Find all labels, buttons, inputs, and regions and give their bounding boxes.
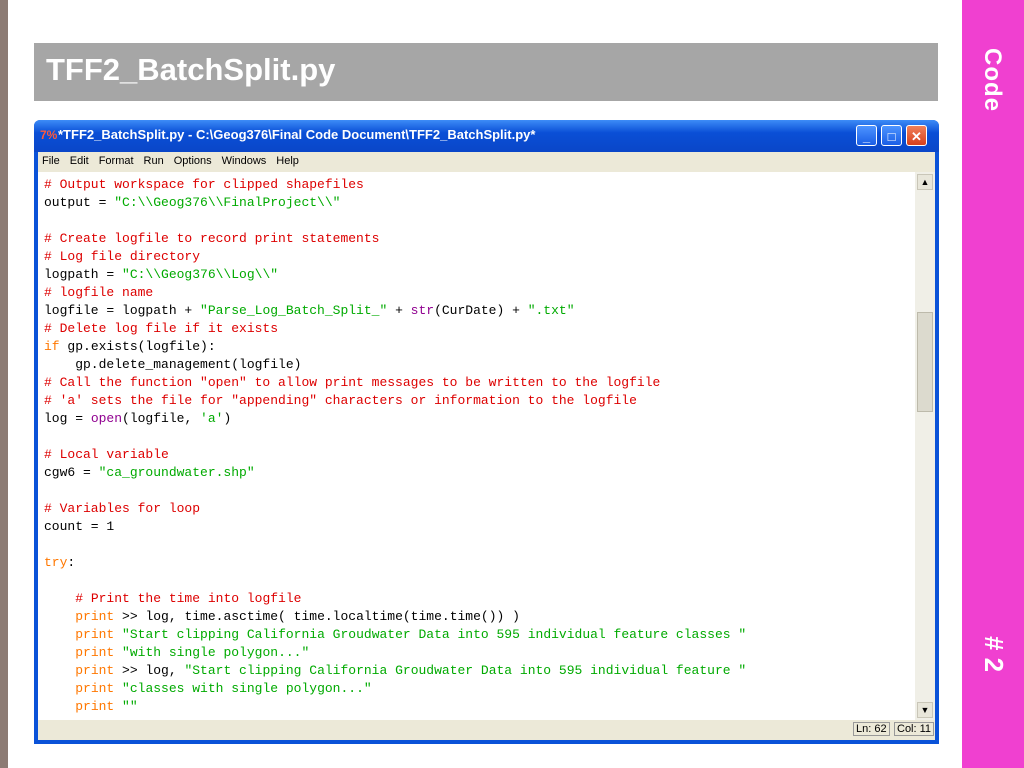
scroll-up-arrow-icon[interactable]: ▲ xyxy=(917,174,933,190)
idle-python-icon: 7% xyxy=(40,128,58,142)
code-text[interactable]: # Output workspace for clipped shapefile… xyxy=(38,172,915,716)
status-line: Ln: 62 xyxy=(853,722,890,736)
window-titlebar[interactable]: 7% *TFF2_BatchSplit.py - C:\Geog376\Fina… xyxy=(34,120,939,152)
menu-edit[interactable]: Edit xyxy=(66,152,95,167)
scroll-down-arrow-icon[interactable]: ▼ xyxy=(917,702,933,718)
menu-windows[interactable]: Windows xyxy=(218,152,273,167)
code-editor[interactable]: # Output workspace for clipped shapefile… xyxy=(38,172,915,720)
maximize-icon: □ xyxy=(887,129,896,144)
status-column: Col: 11 xyxy=(894,722,935,736)
slide-title-bar: TFF2_BatchSplit.py xyxy=(34,43,938,101)
menu-help[interactable]: Help xyxy=(272,152,305,167)
section-label: Code xyxy=(979,48,1006,112)
menu-bar: File Edit Format Run Options Windows Help xyxy=(38,152,935,172)
scroll-thumb[interactable] xyxy=(917,312,933,412)
left-accent-strip xyxy=(0,0,8,768)
vertical-scrollbar[interactable]: ▲ ▼ xyxy=(915,172,935,720)
minimize-icon: _ xyxy=(862,129,871,144)
maximize-button[interactable]: □ xyxy=(881,125,902,146)
menu-format[interactable]: Format xyxy=(95,152,140,167)
menu-run[interactable]: Run xyxy=(140,152,170,167)
slide-number: # 2 xyxy=(979,636,1009,673)
close-button[interactable]: ✕ xyxy=(906,125,927,146)
idle-editor-window: 7% *TFF2_BatchSplit.py - C:\Geog376\Fina… xyxy=(34,120,939,744)
status-bar: Ln: 62 Col: 11 xyxy=(38,720,935,740)
slide-title: TFF2_BatchSplit.py xyxy=(46,52,336,87)
menu-file[interactable]: File xyxy=(38,152,66,167)
window-title: *TFF2_BatchSplit.py - C:\Geog376\Final C… xyxy=(58,127,536,142)
minimize-button[interactable]: _ xyxy=(856,125,877,146)
close-icon: ✕ xyxy=(911,129,922,144)
menu-options[interactable]: Options xyxy=(170,152,218,167)
